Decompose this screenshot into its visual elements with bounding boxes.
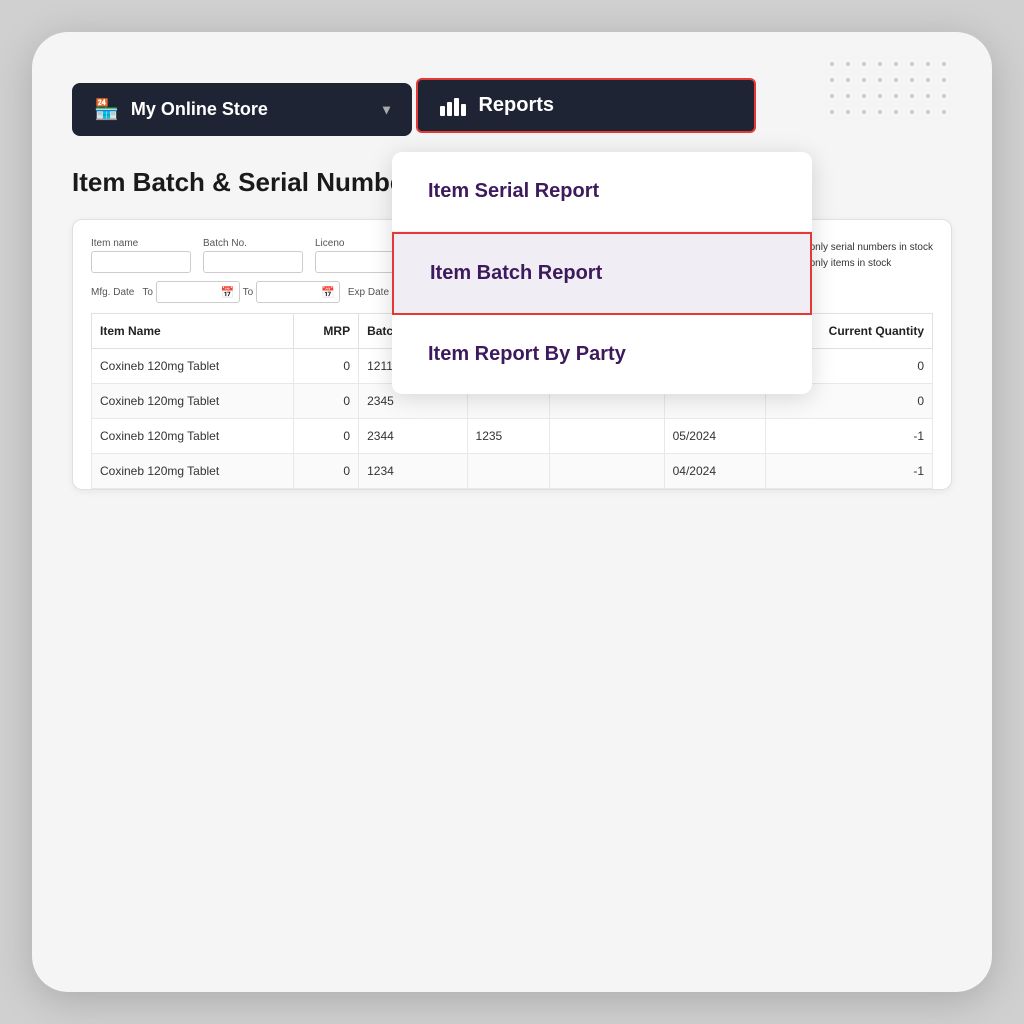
bar-chart-icon <box>440 96 466 116</box>
mfg-date-range: To 📅 To 📅 <box>142 281 340 303</box>
main-card: 🏪 My Online Store ▾ Reports Item Serial … <box>32 32 992 992</box>
col-item-name: Item Name <box>92 314 294 349</box>
cell-2-2: 2344 <box>359 419 467 454</box>
chevron-down-icon: ▾ <box>383 101 390 118</box>
mfg-to-label-1: To <box>142 287 153 298</box>
mfg-from-calendar-icon[interactable]: 📅 <box>221 286 235 299</box>
batch-no-input[interactable] <box>203 251 303 273</box>
cell-3-0: Coxineb 120mg Tablet <box>92 454 294 489</box>
dropdown-item-report-by-party[interactable]: Item Report By Party <box>392 315 812 394</box>
reports-label: Reports <box>478 94 554 117</box>
mfg-to-calendar-icon[interactable]: 📅 <box>321 286 335 299</box>
cell-2-3: 1235 <box>467 419 550 454</box>
item-name-input[interactable] <box>91 251 191 273</box>
mfg-to-input[interactable] <box>261 287 321 298</box>
cell-1-1: 0 <box>294 384 359 419</box>
batch-no-group: Batch No. <box>203 238 303 273</box>
cell-3-2: 1234 <box>359 454 467 489</box>
exp-date-label: Exp Date <box>348 287 389 298</box>
cell-0-0: Coxineb 120mg Tablet <box>92 349 294 384</box>
cell-0-1: 0 <box>294 349 359 384</box>
col-mrp: MRP <box>294 314 359 349</box>
store-icon: 🏪 <box>94 97 119 122</box>
cell-2-1: 0 <box>294 419 359 454</box>
mfg-from-input[interactable] <box>161 287 221 298</box>
dropdown-menu: Item Serial Report Item Batch Report Ite… <box>392 152 812 394</box>
item-name-group: Item name <box>91 238 191 273</box>
table-row: Coxineb 120mg Tablet01234 04/2024-1 <box>92 454 933 489</box>
table-row: Coxineb 120mg Tablet023441235 05/2024-1 <box>92 419 933 454</box>
cell-2-5: 05/2024 <box>664 419 766 454</box>
mfg-to-label-2: To <box>243 287 254 298</box>
dropdown-item-serial-report[interactable]: Item Serial Report <box>392 152 812 232</box>
cell-2-4 <box>550 419 664 454</box>
cell-2-6: -1 <box>766 419 933 454</box>
dropdown-item-batch-report[interactable]: Item Batch Report <box>392 232 812 315</box>
cell-3-6: -1 <box>766 454 933 489</box>
cell-3-4 <box>550 454 664 489</box>
cell-3-5: 04/2024 <box>664 454 766 489</box>
store-bar[interactable]: 🏪 My Online Store ▾ <box>72 83 412 136</box>
cell-2-0: Coxineb 120mg Tablet <box>92 419 294 454</box>
top-section: 🏪 My Online Store ▾ Reports Item Serial … <box>72 72 952 136</box>
mfg-date-label: Mfg. Date <box>91 287 134 298</box>
batch-no-label: Batch No. <box>203 238 303 249</box>
mfg-to-input-wrap: 📅 <box>256 281 340 303</box>
reports-nav-item[interactable]: Reports <box>416 78 756 133</box>
mfg-from-input-wrap: 📅 <box>156 281 240 303</box>
item-name-label: Item name <box>91 238 191 249</box>
cell-1-0: Coxineb 120mg Tablet <box>92 384 294 419</box>
store-name: My Online Store <box>131 99 268 120</box>
cell-3-3 <box>467 454 550 489</box>
cell-3-1: 0 <box>294 454 359 489</box>
